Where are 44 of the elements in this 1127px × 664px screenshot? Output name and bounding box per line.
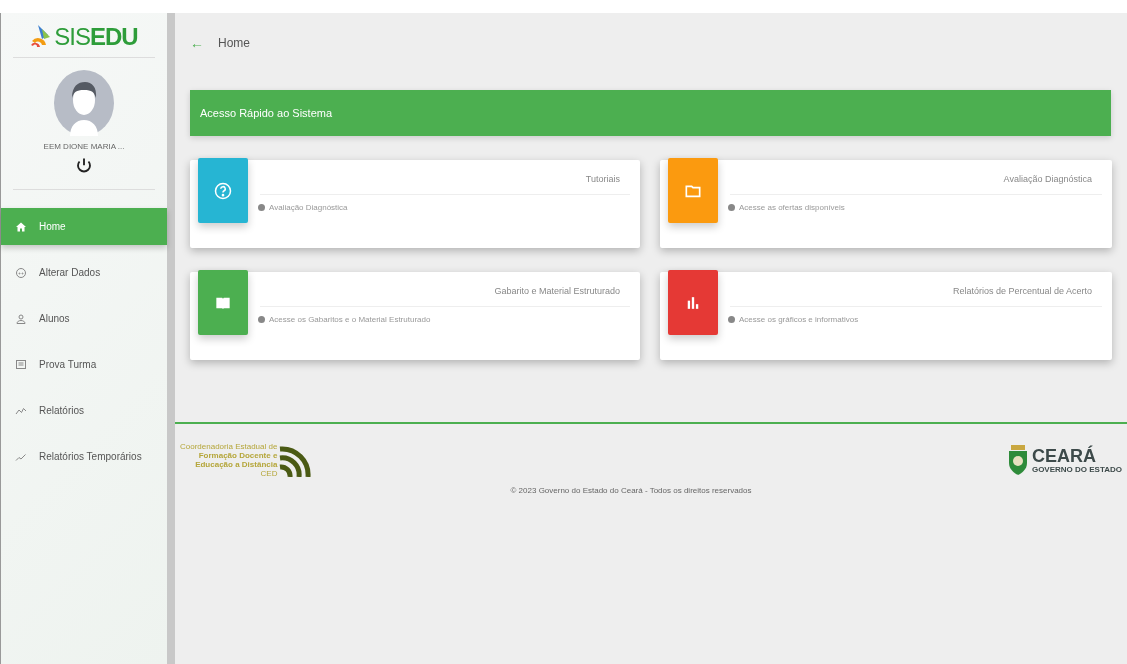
card-title: Gabarito e Material Estruturado: [494, 286, 620, 296]
menu-item[interactable]: Alterar Dados: [1, 254, 167, 291]
home-icon: [15, 220, 27, 233]
card-subtitle: Avaliação Diagnóstica: [269, 203, 348, 212]
info-icon: [728, 204, 735, 211]
info-icon: [258, 316, 265, 323]
sisedu-logo: SISEDU: [54, 23, 138, 51]
ceara-logo-subtext: GOVERNO DO ESTADO: [1031, 464, 1122, 474]
coat-of-arms-icon: [1007, 445, 1028, 475]
ced-logo-text: CED: [260, 469, 278, 478]
card-subtitle: Acesse os Gabaritos e o Material Estruturado: [269, 315, 431, 324]
shortcut-card[interactable]: Relatórios de Percentual de Acerto Acesse os gráficos e informativos: [660, 272, 1112, 360]
menu-item[interactable]: Relatórios Temporários: [1, 438, 167, 475]
ceara-logo-text: CEARÁ: [1031, 446, 1097, 465]
section-banner: Acesso Rápido ao Sistema: [190, 90, 1111, 136]
face-icon: [15, 266, 27, 279]
avatar: [54, 70, 114, 136]
help-icon: [214, 181, 232, 200]
card-subtitle: Acesse os gráficos e informativos: [739, 315, 859, 324]
ced-logo-icon: [277, 443, 312, 477]
card-title: Tutoriais: [585, 174, 620, 184]
page-title: Home: [218, 36, 250, 50]
ced-logo-text: Coordenadoria Estadual de: [180, 442, 278, 451]
user-name: EEM DIONE MARIA ...: [43, 142, 125, 151]
menu-item[interactable]: Home: [1, 208, 167, 245]
card-subtitle: Acesse as ofertas disponíveis: [739, 203, 845, 212]
copyright-text: © 2023 Governo do Estado do Ceará - Todos os direitos reservados: [510, 486, 752, 495]
person-icon: [15, 312, 27, 325]
shortcut-card[interactable]: Gabarito e Material Estruturado Acesse os Gabaritos e o Material Estruturado: [190, 272, 640, 360]
shortcut-card[interactable]: Tutoriais Avaliação Diagnóstica: [190, 160, 640, 248]
note-icon: [15, 358, 27, 371]
back-arrow[interactable]: ←: [190, 35, 204, 51]
shortcut-card[interactable]: Avaliação Diagnóstica Acesse as ofertas disponíveis: [660, 160, 1112, 248]
info-icon: [728, 316, 735, 323]
power-icon[interactable]: [75, 157, 93, 175]
menu-item[interactable]: Alunos: [1, 300, 167, 337]
menu-item[interactable]: Relatórios: [1, 392, 167, 429]
menu-item[interactable]: Prova Turma: [1, 346, 167, 383]
bar-chart-icon: [686, 295, 700, 310]
card-title: Avaliação Diagnóstica: [1003, 174, 1092, 184]
card-title: Relatórios de Percentual de Acerto: [952, 286, 1092, 296]
ced-logo-text: Formação Docente e: [198, 451, 278, 460]
ced-logo-text: Educação a Distância: [195, 460, 278, 469]
info-icon: [258, 204, 265, 211]
